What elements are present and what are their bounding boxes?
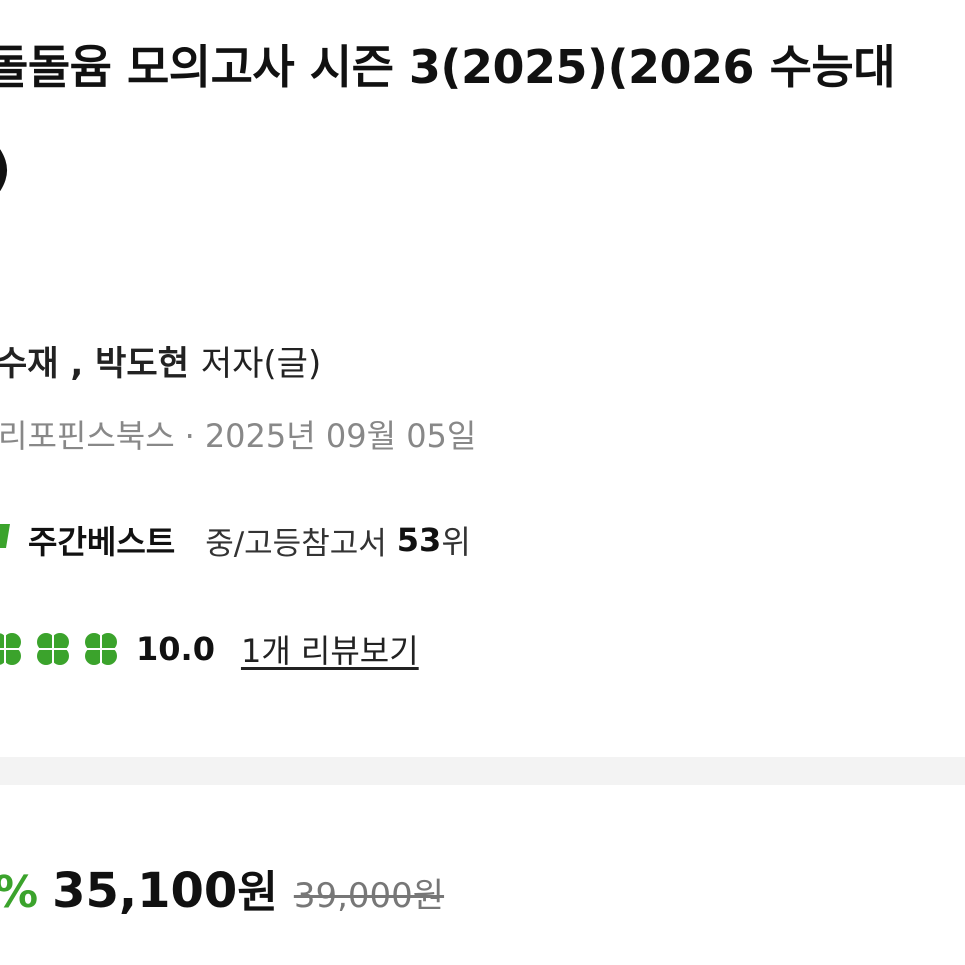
bestseller-category: 중/고등참고서 [205, 525, 387, 562]
publish-date: 2025년 09월 05일 [204, 417, 477, 455]
product-title: 돌돌윰 모의고사 시즌 3(2025)(2026 수능대 [0, 40, 896, 94]
publisher-row: 리포핀스북스 · 2025년 09월 05일 [0, 411, 476, 457]
review-link[interactable]: 1개 리뷰보기 [241, 626, 419, 672]
original-price: 39,000원 [293, 876, 445, 916]
section-divider [0, 757, 965, 785]
clover-icon [37, 633, 69, 665]
discount-rate: % [0, 867, 38, 918]
bestseller-row[interactable]: 주간베스트 중/고등참고서 53 위 [0, 517, 471, 563]
clover-icon [85, 633, 117, 665]
product-title-continuation: ) [0, 146, 11, 192]
author-names[interactable]: 수재 , 박도현 [0, 344, 189, 384]
bestseller-rank: 53 [396, 521, 442, 559]
rating-row: 10.0 1개 리뷰보기 [0, 626, 419, 672]
author-role: 저자(글) [200, 344, 322, 384]
price-row: % 35,100 원 39,000원 [0, 856, 444, 920]
bestseller-label: 주간베스트 [28, 523, 176, 561]
author-row: 수재 , 박도현 저자(글) [0, 336, 321, 385]
clover-icon [0, 633, 21, 665]
bestseller-badge-icon [0, 524, 10, 548]
sale-price-unit: 원 [237, 867, 278, 918]
sale-price: 35,100 [52, 863, 238, 919]
publisher-name[interactable]: 리포핀스북스 [0, 417, 175, 455]
bestseller-rank-suffix: 위 [441, 523, 471, 561]
publisher-separator: · [184, 417, 195, 455]
rating-score: 10.0 [136, 630, 215, 668]
